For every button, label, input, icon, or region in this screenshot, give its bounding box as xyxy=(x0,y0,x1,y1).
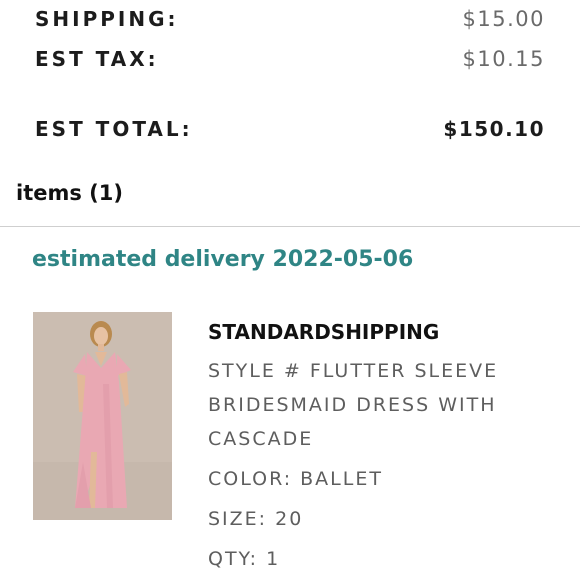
tax-value: $10.15 xyxy=(462,47,545,71)
shipping-label: SHIPPING: xyxy=(35,7,179,31)
items-count-heading: items (1) xyxy=(16,181,123,205)
divider xyxy=(0,226,580,227)
estimated-delivery: estimated delivery 2022-05-06 xyxy=(32,247,414,272)
total-value: $150.10 xyxy=(443,117,545,141)
tax-label: EST TAX: xyxy=(35,47,159,71)
total-label: EST TOTAL: xyxy=(35,117,193,141)
product-style: STYLE # FLUTTER SLEEVE BRIDESMAID DRESS … xyxy=(208,360,499,450)
tax-row: EST TAX: $10.15 xyxy=(35,47,545,71)
product-image[interactable] xyxy=(33,312,172,520)
total-row: EST TOTAL: $150.10 xyxy=(35,117,545,141)
shipping-row: SHIPPING: $15.00 xyxy=(35,7,545,31)
shipping-value: $15.00 xyxy=(462,7,545,31)
product-size: SIZE: 20 xyxy=(208,508,304,530)
product-details: STANDARDSHIPPING STYLE # FLUTTER SLEEVE … xyxy=(208,320,528,582)
dress-illustration xyxy=(33,312,172,520)
product-title[interactable]: STANDARDSHIPPING xyxy=(208,320,528,344)
product-color: COLOR: BALLET xyxy=(208,468,383,490)
product-qty: QTY: 1 xyxy=(208,548,281,570)
